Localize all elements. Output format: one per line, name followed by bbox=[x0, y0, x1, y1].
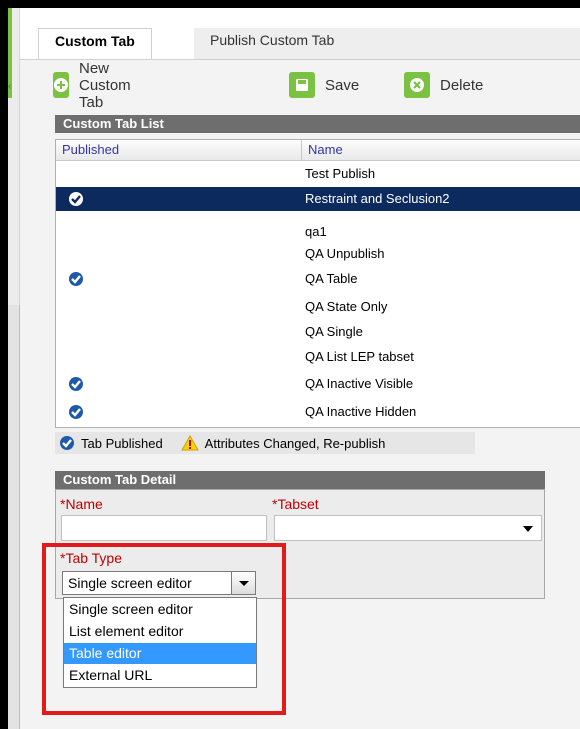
published-check-icon bbox=[68, 376, 84, 395]
row-name: QA Inactive Hidden bbox=[305, 404, 417, 419]
column-header-name[interactable]: Name bbox=[302, 140, 580, 161]
name-field[interactable] bbox=[61, 515, 267, 541]
tabset-label: *Tabset bbox=[272, 496, 319, 512]
list-row-qa-state-only[interactable]: QA State Only bbox=[56, 295, 580, 319]
list-row-test-publish[interactable]: Test Publish bbox=[56, 162, 580, 186]
custom-tab-list-header: Custom Tab List bbox=[55, 115, 580, 133]
save-icon bbox=[289, 72, 315, 98]
row-name: QA Inactive Visible bbox=[305, 376, 414, 391]
tab-publish-custom-tab[interactable]: Publish Custom Tab bbox=[194, 28, 580, 60]
list-row-restraint-and-seclusion2[interactable]: Restraint and Seclusion2 bbox=[56, 187, 580, 211]
delete-button[interactable]: Delete bbox=[404, 70, 483, 100]
collapse-chevron-icon[interactable]: ‹ bbox=[8, 82, 16, 92]
tab-type-option-single-screen-editor[interactable]: Single screen editor bbox=[64, 599, 256, 620]
list-row-qa-table[interactable]: QA Table bbox=[56, 267, 580, 291]
warning-icon bbox=[180, 435, 199, 451]
list-row-qa-unpublish[interactable]: QA Unpublish bbox=[56, 242, 580, 266]
window-frame-top bbox=[0, 0, 580, 8]
tab-bar: Custom Tab Publish Custom Tab bbox=[20, 8, 580, 60]
delete-icon bbox=[404, 72, 430, 98]
list-row-qa-single[interactable]: QA Single bbox=[56, 320, 580, 344]
delete-label: Delete bbox=[440, 76, 484, 94]
column-header-published[interactable]: Published bbox=[56, 140, 302, 161]
list-row-qa-inactive-hidden[interactable]: QA Inactive Hidden bbox=[56, 400, 580, 424]
save-button[interactable]: Save bbox=[289, 70, 359, 100]
tabset-select[interactable] bbox=[274, 515, 542, 541]
legend-published-label: Tab Published bbox=[81, 435, 163, 451]
row-name: QA Table bbox=[305, 271, 358, 286]
row-name: QA Unpublish bbox=[305, 246, 385, 261]
new-custom-tab-button[interactable]: New Custom Tab bbox=[53, 60, 141, 111]
tab-type-value: Single screen editor bbox=[68, 575, 192, 591]
plus-icon bbox=[53, 72, 69, 98]
published-check-icon bbox=[68, 271, 84, 290]
dropdown-arrow-icon bbox=[523, 526, 533, 532]
row-name: QA Single bbox=[305, 324, 363, 339]
name-label: *Name bbox=[60, 496, 103, 512]
tab-type-option-list-element-editor[interactable]: List element editor bbox=[64, 621, 256, 642]
tab-custom-tab[interactable]: Custom Tab bbox=[38, 28, 152, 60]
published-check-icon bbox=[60, 436, 74, 450]
list-row-qa-list-lep-tabset[interactable]: QA List LEP tabset bbox=[56, 345, 580, 369]
list-row-qa1[interactable]: qa1 bbox=[56, 220, 580, 244]
status-legend: Tab Published Attributes Changed, Re-pub… bbox=[55, 432, 475, 454]
published-check-icon bbox=[68, 191, 84, 210]
row-name: Restraint and Seclusion2 bbox=[305, 191, 450, 206]
published-check-icon bbox=[68, 404, 84, 423]
save-label: Save bbox=[325, 76, 360, 94]
tab-type-label: *Tab Type bbox=[60, 550, 123, 566]
custom-tab-detail-header: Custom Tab Detail bbox=[55, 471, 545, 489]
legend-published: Tab Published bbox=[55, 435, 163, 451]
legend-changed-label: Attributes Changed, Re-publish bbox=[204, 435, 386, 451]
row-name: QA State Only bbox=[305, 299, 388, 314]
list-row-qa-inactive-visible[interactable]: QA Inactive Visible bbox=[56, 372, 580, 396]
window-frame-left bbox=[0, 0, 8, 729]
legend-changed: Attributes Changed, Re-publish bbox=[177, 435, 386, 451]
new-custom-tab-label: New Custom Tab bbox=[79, 59, 131, 111]
custom-tab-list: Published Name Test Publish Restraint an… bbox=[55, 139, 580, 428]
row-name: QA List LEP tabset bbox=[305, 349, 414, 364]
row-name: Test Publish bbox=[305, 166, 376, 181]
chevron-down-icon[interactable] bbox=[231, 572, 255, 594]
tab-type-option-external-url[interactable]: External URL bbox=[64, 665, 256, 686]
scrollbar[interactable] bbox=[8, 305, 20, 729]
tab-type-dropdown-list: Single screen editor List element editor… bbox=[63, 597, 257, 688]
tab-type-select[interactable]: Single screen editor bbox=[62, 571, 256, 595]
row-name: qa1 bbox=[305, 224, 327, 239]
tab-type-option-table-editor[interactable]: Table editor bbox=[64, 643, 256, 664]
